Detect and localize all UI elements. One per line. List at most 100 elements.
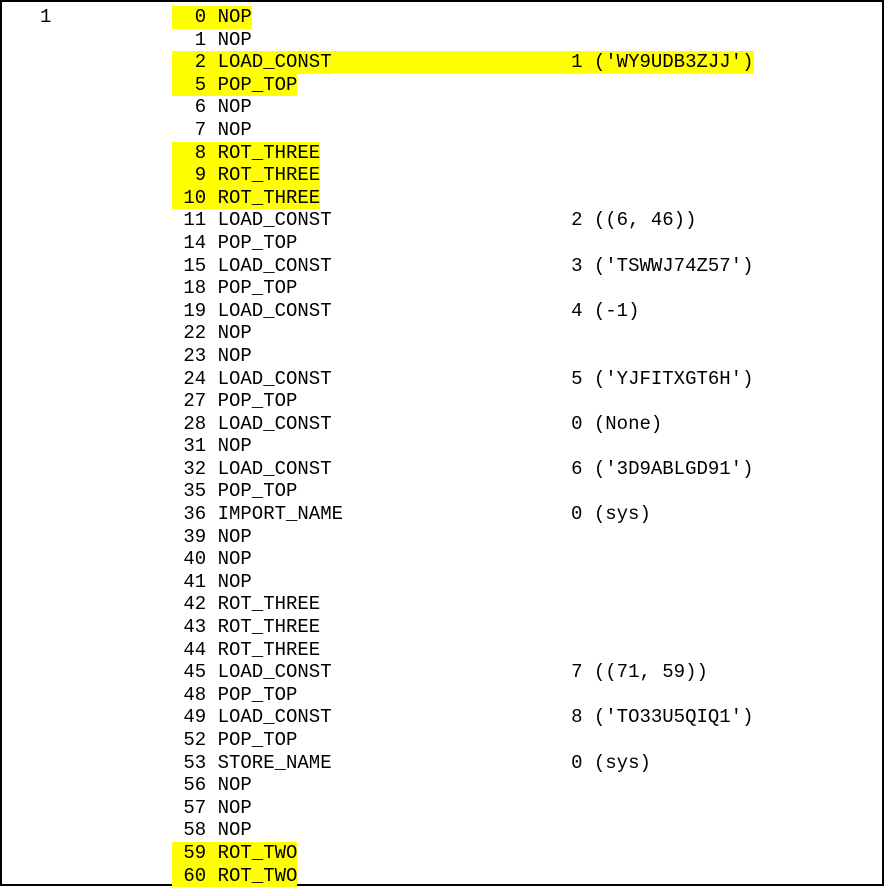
bytecode-row: 8 ROT_THREE	[172, 142, 754, 165]
bytecode-op: NOP	[218, 322, 252, 345]
bytecode-offset: 23	[172, 345, 206, 368]
gap	[206, 142, 217, 165]
gap	[206, 255, 217, 278]
bytecode-arg-value: (-1)	[594, 300, 640, 323]
gap	[582, 458, 593, 481]
gap	[206, 458, 217, 481]
bytecode-row: 27 POP_TOP	[172, 390, 754, 413]
bytecode-row: 10 ROT_THREE	[172, 187, 754, 210]
bytecode-arg-index: 6	[400, 458, 582, 481]
bytecode-offset: 35	[172, 480, 206, 503]
gap	[206, 345, 217, 368]
bytecode-row: 14 POP_TOP	[172, 232, 754, 255]
gap	[206, 819, 217, 842]
bytecode-op: POP_TOP	[218, 390, 298, 413]
pad	[343, 503, 400, 525]
bytecode-op: POP_TOP	[218, 729, 298, 752]
bytecode-offset: 59	[172, 842, 206, 865]
bytecode-op: LOAD_CONST	[218, 51, 332, 74]
bytecode-row: 39 NOP	[172, 526, 754, 549]
bytecode-offset: 0	[172, 6, 206, 29]
bytecode-arg-value: ('TSWWJ74Z57')	[594, 255, 754, 278]
gap	[206, 593, 217, 616]
bytecode-row: 49 LOAD_CONST 8 ('TO33U5QIQ1')	[172, 706, 754, 729]
bytecode-offset: 15	[172, 255, 206, 278]
bytecode-arg-index: 2	[400, 209, 582, 232]
bytecode-offset: 52	[172, 729, 206, 752]
bytecode-offset: 19	[172, 300, 206, 323]
bytecode-offset: 60	[172, 865, 206, 888]
gap	[582, 752, 593, 775]
bytecode-offset: 27	[172, 390, 206, 413]
bytecode-row: 2 LOAD_CONST 1 ('WY9UDB3ZJJ')	[172, 51, 754, 74]
gap	[206, 119, 217, 142]
bytecode-row: 32 LOAD_CONST 6 ('3D9ABLGD91')	[172, 458, 754, 481]
gap	[582, 300, 593, 323]
bytecode-op: POP_TOP	[218, 684, 298, 707]
bytecode-row: 52 POP_TOP	[172, 729, 754, 752]
bytecode-row: 57 NOP	[172, 797, 754, 820]
bytecode-offset: 48	[172, 684, 206, 707]
gap	[582, 413, 593, 436]
bytecode-op: ROT_THREE	[218, 593, 321, 616]
bytecode-arg-value: (None)	[594, 413, 662, 436]
bytecode-offset: 5	[172, 74, 206, 97]
source-line-number: 1	[40, 6, 51, 28]
bytecode-offset: 44	[172, 639, 206, 662]
bytecode-op: NOP	[218, 96, 252, 119]
bytecode-offset: 11	[172, 209, 206, 232]
bytecode-offset: 2	[172, 51, 206, 74]
gap	[206, 706, 217, 729]
bytecode-row: 31 NOP	[172, 435, 754, 458]
bytecode-op: IMPORT_NAME	[218, 503, 343, 526]
bytecode-op: LOAD_CONST	[218, 661, 332, 684]
bytecode-op: NOP	[218, 435, 252, 458]
pad	[332, 458, 400, 480]
gap	[582, 706, 593, 729]
bytecode-row: 48 POP_TOP	[172, 684, 754, 707]
bytecode-op: LOAD_CONST	[218, 209, 332, 232]
pad	[332, 255, 400, 277]
bytecode-arg-index: 4	[400, 300, 582, 323]
bytecode-row: 45 LOAD_CONST 7 ((71, 59))	[172, 661, 754, 684]
bytecode-offset: 53	[172, 752, 206, 775]
gap	[206, 526, 217, 549]
bytecode-row: 44 ROT_THREE	[172, 639, 754, 662]
bytecode-offset: 57	[172, 797, 206, 820]
bytecode-arg-index: 1	[400, 51, 582, 74]
bytecode-arg-value: ((71, 59))	[594, 661, 708, 684]
gap	[206, 6, 217, 29]
bytecode-op: NOP	[218, 119, 252, 142]
bytecode-offset: 22	[172, 322, 206, 345]
bytecode-arg-index: 8	[400, 706, 582, 729]
gap	[206, 571, 217, 594]
bytecode-op: ROT_TWO	[218, 842, 298, 865]
bytecode-row: 42 ROT_THREE	[172, 593, 754, 616]
gap	[206, 277, 217, 300]
gap	[206, 209, 217, 232]
bytecode-arg-value: ('WY9UDB3ZJJ')	[594, 51, 754, 74]
bytecode-row: 59 ROT_TWO	[172, 842, 754, 865]
gap	[206, 752, 217, 775]
bytecode-op: LOAD_CONST	[218, 413, 332, 436]
gap	[206, 865, 217, 888]
pad	[332, 300, 400, 322]
bytecode-row: 5 POP_TOP	[172, 74, 754, 97]
gap	[206, 413, 217, 436]
bytecode-row: 56 NOP	[172, 774, 754, 797]
bytecode-listing: 0 NOP1 NOP2 LOAD_CONST 1 ('WY9UDB3ZJJ')5…	[172, 6, 754, 887]
bytecode-arg-value: (sys)	[594, 752, 651, 775]
gap	[206, 548, 217, 571]
bytecode-arg-value: ('YJFITXGT6H')	[594, 368, 754, 391]
gap	[206, 639, 217, 662]
bytecode-row: 53 STORE_NAME 0 (sys)	[172, 752, 754, 775]
pad	[332, 752, 400, 774]
gap	[206, 435, 217, 458]
gap	[582, 368, 593, 391]
bytecode-op: ROT_THREE	[218, 616, 321, 639]
bytecode-op: NOP	[218, 819, 252, 842]
bytecode-op: NOP	[218, 29, 252, 52]
pad	[332, 209, 400, 231]
bytecode-arg-index: 5	[400, 368, 582, 391]
bytecode-offset: 14	[172, 232, 206, 255]
